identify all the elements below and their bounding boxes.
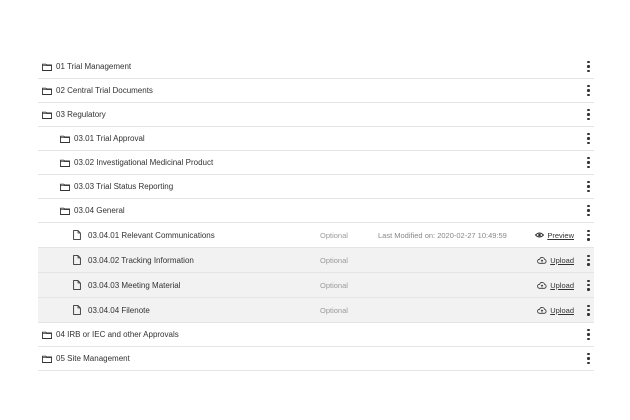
folder-row[interactable]: 03 Regulatory	[38, 103, 594, 127]
cloud-upload-icon	[537, 256, 547, 264]
document-icon	[73, 280, 81, 290]
folder-icon	[60, 159, 70, 167]
requirement-status: Optional	[320, 280, 348, 290]
upload-link[interactable]: Upload	[537, 256, 574, 265]
file-label[interactable]: 03.04.02 Tracking Information	[88, 256, 194, 265]
more-options-icon[interactable]	[587, 205, 590, 216]
folder-row[interactable]: 03.02 Investigational Medicinal Product	[38, 151, 594, 175]
folder-icon	[42, 331, 52, 339]
folder-row[interactable]: 05 Site Management	[38, 347, 594, 371]
upload-label[interactable]: Upload	[550, 281, 574, 290]
document-icon	[73, 230, 81, 240]
more-options-icon[interactable]	[587, 329, 590, 340]
more-options-icon[interactable]	[587, 353, 590, 364]
folder-row[interactable]: 01 Trial Management	[38, 55, 594, 79]
folder-icon	[42, 63, 52, 71]
last-modified-text: Last Modified on: 2020-02-27 10:49:59	[378, 230, 507, 240]
requirement-status: Optional	[320, 255, 348, 265]
eye-icon	[535, 232, 545, 238]
folder-label[interactable]: 03.02 Investigational Medicinal Product	[74, 158, 213, 167]
preview-label[interactable]: Preview	[547, 231, 574, 240]
file-row[interactable]: 03.04.03 Meeting Material Optional Upload	[38, 273, 594, 298]
folder-row[interactable]: 04 IRB or IEC and other Approvals	[38, 323, 594, 347]
more-options-icon[interactable]	[587, 279, 590, 291]
more-options-icon[interactable]	[587, 181, 590, 192]
cloud-upload-icon	[537, 306, 547, 314]
file-row[interactable]: 03.04.04 Filenote Optional Upload	[38, 298, 594, 323]
folder-label[interactable]: 03.01 Trial Approval	[74, 134, 145, 143]
folder-row[interactable]: 03.04 General	[38, 199, 594, 223]
requirement-status: Optional	[320, 305, 348, 315]
more-options-icon[interactable]	[587, 254, 590, 266]
folder-icon	[60, 183, 70, 191]
file-row[interactable]: 03.04.01 Relevant Communications Optional…	[38, 223, 594, 248]
folder-icon	[60, 207, 70, 215]
document-icon	[73, 305, 81, 315]
folder-row[interactable]: 03.01 Trial Approval	[38, 127, 594, 151]
more-options-icon[interactable]	[587, 157, 590, 168]
folder-label[interactable]: 04 IRB or IEC and other Approvals	[56, 330, 179, 339]
upload-link[interactable]: Upload	[537, 281, 574, 290]
file-label[interactable]: 03.04.01 Relevant Communications	[88, 231, 215, 240]
cloud-upload-icon	[537, 281, 547, 289]
folder-row[interactable]: 03.03 Trial Status Reporting	[38, 175, 594, 199]
preview-link[interactable]: Preview	[535, 231, 574, 240]
file-label[interactable]: 03.04.04 Filenote	[88, 306, 150, 315]
folder-label[interactable]: 03.04 General	[74, 206, 125, 215]
upload-link[interactable]: Upload	[537, 306, 574, 315]
folder-label[interactable]: 05 Site Management	[56, 354, 130, 363]
more-options-icon[interactable]	[587, 61, 590, 72]
document-icon	[73, 255, 81, 265]
upload-label[interactable]: Upload	[550, 306, 574, 315]
upload-label[interactable]: Upload	[550, 256, 574, 265]
folder-label[interactable]: 02 Central Trial Documents	[56, 86, 153, 95]
folder-label[interactable]: 03 Regulatory	[56, 110, 106, 119]
folder-label[interactable]: 01 Trial Management	[56, 62, 131, 71]
folder-icon	[42, 87, 52, 95]
requirement-status: Optional	[320, 230, 348, 240]
folder-icon	[42, 355, 52, 363]
file-row[interactable]: 03.04.02 Tracking Information Optional Upl…	[38, 248, 594, 273]
folder-row[interactable]: 02 Central Trial Documents	[38, 79, 594, 103]
more-options-icon[interactable]	[587, 109, 590, 120]
document-tree: 01 Trial Management 02 Central Trial Docu…	[38, 55, 594, 371]
more-options-icon[interactable]	[587, 133, 590, 144]
more-options-icon[interactable]	[587, 229, 590, 241]
more-options-icon[interactable]	[587, 85, 590, 96]
file-label[interactable]: 03.04.03 Meeting Material	[88, 281, 181, 290]
folder-icon	[60, 135, 70, 143]
folder-icon	[42, 111, 52, 119]
folder-label[interactable]: 03.03 Trial Status Reporting	[74, 182, 173, 191]
more-options-icon[interactable]	[587, 304, 590, 316]
